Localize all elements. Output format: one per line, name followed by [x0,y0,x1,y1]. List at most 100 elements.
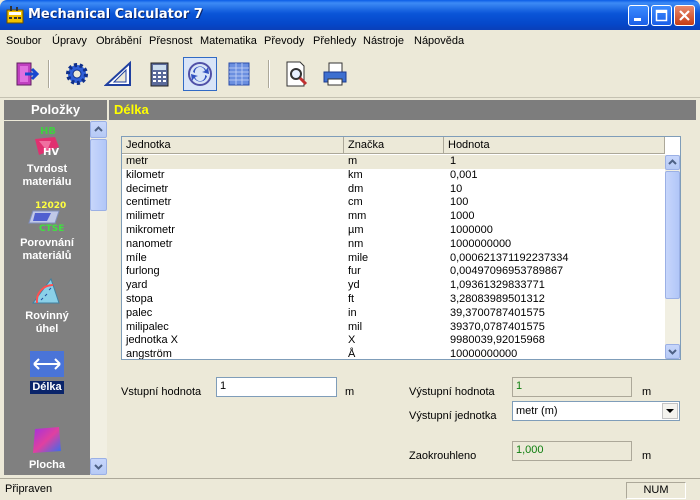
output-unit-selected: metr (m) [516,405,558,417]
table-row[interactable]: jednotka X X 9980039,92015968 [122,334,665,348]
minimize-button[interactable] [628,5,649,26]
close-button[interactable] [674,5,695,26]
menu-presnost[interactable]: Přesnost [149,35,192,47]
table-scrollbar[interactable] [665,155,680,359]
scroll-down-button[interactable] [665,344,680,359]
cell-symbol: nm [348,237,364,250]
cell-value: 10 [450,182,463,195]
table-row[interactable]: metr m 1 [122,155,665,169]
menu-nastroje[interactable]: Nástroje [363,35,404,47]
menu-upravy[interactable]: Úpravy [52,35,87,47]
column-header-value[interactable]: Hodnota [444,137,665,154]
cell-symbol: mil [348,320,363,333]
cell-symbol: km [348,168,363,181]
sidebar-item-label: Plocha [28,459,66,471]
table-row[interactable]: kilometr km 0,001 [122,169,665,183]
menu-napoveda[interactable]: Nápověda [414,35,464,47]
sidebar-item-material-compare[interactable]: 12020 CTSE Porovnání materiálů [4,199,90,263]
compare-icon-bottom-text: CTSE [39,224,64,233]
cell-symbol: m [348,155,358,167]
dropdown-button[interactable] [662,403,678,419]
cell-unit: yard [126,279,148,292]
conversion-button[interactable] [183,57,217,91]
geometry-button[interactable] [101,57,135,91]
print-button[interactable] [318,57,352,91]
table-row[interactable]: mikrometr µm 1000000 [122,224,665,238]
cell-value: 0,000621371192237334 [450,251,569,264]
page-title: Délka [109,100,696,120]
scroll-up-button[interactable] [665,155,680,170]
print-preview-button[interactable] [279,57,313,91]
cell-symbol: mm [348,210,367,223]
sidebar-item-area[interactable]: Plocha [4,425,90,472]
table-row[interactable]: nanometr nm 1000000000 [122,238,665,252]
sidebar-item-length[interactable]: Délka [4,351,90,394]
cell-value: 1,09361329833771 [450,279,545,292]
cell-symbol: in [348,306,357,319]
cell-unit: metr [126,155,148,167]
cell-symbol: µm [348,224,364,236]
table-button[interactable] [222,57,256,91]
table-row[interactable]: milipalec mil 39370,0787401575 [122,321,665,335]
num-lock-indicator: NUM [626,482,686,499]
scroll-thumb[interactable] [90,139,107,211]
menu-prehledy[interactable]: Přehledy [313,35,356,47]
cell-value: 39,3700787401575 [450,306,545,319]
column-header-symbol[interactable]: Značka [344,137,444,154]
sidebar-item-hardness[interactable]: HB HV Tvrdost materiálu [4,125,90,189]
rounded-value-field[interactable]: 1,000 [512,441,632,461]
close-icon [679,10,690,21]
table-row[interactable]: centimetr cm 100 [122,196,665,210]
hardness-icon: HB HV [35,126,59,158]
input-value-field[interactable]: 1 [216,377,337,397]
chevron-down-icon [668,349,677,355]
cell-unit: milimetr [126,210,165,223]
table-row[interactable]: furlong fur 0,00497096953789867 [122,265,665,279]
scroll-thumb[interactable] [665,171,680,299]
cell-unit: kilometr [126,168,165,181]
table-row[interactable]: yard yd 1,09361329833771 [122,279,665,293]
table-row[interactable]: angström Å 10000000000 [122,348,665,360]
input-unit-label: m [345,386,355,398]
hardness-icon-bottom-text: HV [43,147,59,158]
table-row[interactable]: palec in 39,3700787401575 [122,307,665,321]
cell-value: 1 [450,155,457,167]
sidebar-item-label: materiálů [22,250,72,262]
table-sheet-icon [228,62,250,86]
cell-symbol: cm [348,196,363,209]
gear-icon [66,63,88,85]
table-row[interactable]: míle mile 0,000621371192237334 [122,252,665,266]
sidebar-item-label: Tvrdost [26,163,68,175]
table-row[interactable]: decimetr dm 10 [122,183,665,197]
cell-symbol: yd [348,279,360,292]
conversion-icon [188,62,212,86]
output-value-field[interactable]: 1 [512,377,632,397]
cell-unit: angström [126,348,172,360]
status-text: Připraven [5,483,53,495]
menu-soubor[interactable]: Soubor [6,35,41,47]
calculator-button[interactable] [142,57,176,91]
output-unit-select[interactable]: metr (m) [512,401,680,421]
menu-prevody[interactable]: Převody [264,35,304,47]
scroll-down-button[interactable] [90,458,107,475]
exit-icon [16,62,39,86]
column-header-unit[interactable]: Jednotka [122,137,344,154]
exit-button[interactable] [8,57,42,91]
settings-button[interactable] [60,57,94,91]
compare-icon-top-text: 12020 [35,201,66,211]
menu-obrabeni[interactable]: Obrábění [96,35,142,47]
hardness-icon-top-text: HB [40,126,56,137]
scroll-up-button[interactable] [90,121,107,138]
table-row[interactable]: milimetr mm 1000 [122,210,665,224]
plane-angle-icon [32,277,60,304]
menu-matematika[interactable]: Matematika [200,35,257,47]
cell-value: 1000000 [450,224,493,236]
cell-value: 3,28083989501312 [450,293,545,305]
menu-bar: Soubor Úpravy Obrábění Přesnost Matemati… [0,30,700,52]
sidebar-item-label: úhel [35,323,59,335]
sidebar-scrollbar[interactable] [90,121,107,475]
table-row[interactable]: stopa ft 3,28083989501312 [122,293,665,307]
maximize-button[interactable] [651,5,672,26]
sidebar-item-plane-angle[interactable]: Rovinný úhel [4,276,90,336]
title-bar: Mechanical Calculator 7 [0,0,700,30]
